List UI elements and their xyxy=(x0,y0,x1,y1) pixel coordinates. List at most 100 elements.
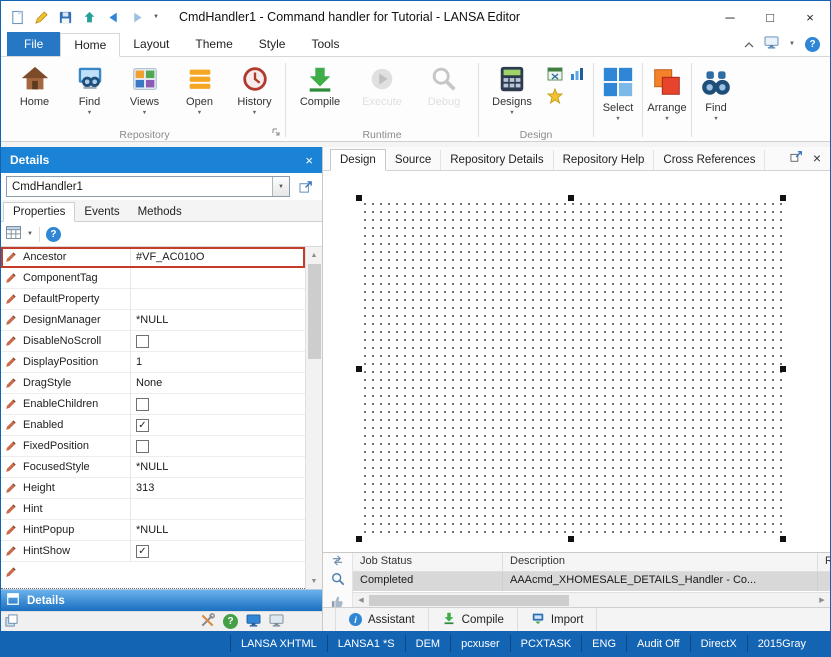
tab-style[interactable]: Style xyxy=(246,32,299,56)
statusbar-item[interactable]: PCXTASK xyxy=(509,635,582,652)
property-value[interactable]: 313 xyxy=(131,478,305,498)
property-row[interactable]: HintShow xyxy=(1,541,305,562)
close-document-icon[interactable]: × xyxy=(813,151,821,165)
tab-design[interactable]: Design xyxy=(330,149,386,171)
open-button[interactable]: Open ▼ xyxy=(172,59,227,129)
arrange-button[interactable]: Arrange ▼ xyxy=(644,59,690,141)
spreadsheet-icon[interactable] xyxy=(546,65,564,83)
statusbar-item[interactable]: Audit Off xyxy=(626,635,690,652)
compile-tab[interactable]: Compile xyxy=(429,608,518,631)
vertical-scrollbar[interactable]: ▲ ▼ xyxy=(305,247,322,589)
find-button[interactable]: Find ▼ xyxy=(62,59,117,129)
scroll-up-icon[interactable]: ▲ xyxy=(306,247,322,263)
save-icon[interactable] xyxy=(57,9,74,26)
tab-events[interactable]: Events xyxy=(75,203,128,221)
selection-handle-e[interactable] xyxy=(780,365,786,372)
property-row[interactable]: HintPopup *NULL xyxy=(1,520,305,541)
property-row-partial[interactable] xyxy=(1,562,305,589)
property-value[interactable] xyxy=(131,415,305,435)
tab-home[interactable]: Home xyxy=(60,33,121,57)
display-options-chevron-icon[interactable]: ▼ xyxy=(789,41,795,47)
tab-repository-details[interactable]: Repository Details xyxy=(441,150,554,170)
properties-help-icon[interactable]: ? xyxy=(45,226,61,242)
property-value[interactable] xyxy=(131,394,305,414)
checkbox-icon[interactable] xyxy=(136,334,149,348)
selection-handle-s[interactable] xyxy=(568,536,574,542)
qat-options-chevron-icon[interactable]: ▼ xyxy=(153,14,159,20)
help-icon[interactable]: ? xyxy=(805,36,820,52)
navigate-icon[interactable] xyxy=(332,555,343,569)
selection-handle-w[interactable] xyxy=(356,365,362,372)
design-surface[interactable] xyxy=(356,195,786,542)
search-icon[interactable] xyxy=(331,572,345,589)
compile-button[interactable]: Compile xyxy=(289,59,351,129)
layers-icon[interactable] xyxy=(5,613,18,630)
statusbar-item[interactable]: DirectX xyxy=(689,635,747,652)
column-result[interactable]: Resu xyxy=(818,553,830,571)
float-window-icon[interactable] xyxy=(790,150,804,166)
statusbar-item[interactable]: pcxuser xyxy=(450,635,510,652)
object-selector-combo[interactable]: CmdHandler1 ▼ xyxy=(6,176,290,197)
close-button[interactable]: × xyxy=(790,1,830,33)
monitor-blue-icon[interactable] xyxy=(246,613,261,630)
property-row[interactable]: Height 313 xyxy=(1,478,305,499)
checkbox-icon[interactable] xyxy=(136,397,149,411)
assistant-tab[interactable]: i Assistant xyxy=(335,608,429,631)
back-icon[interactable] xyxy=(105,9,122,26)
new-icon[interactable] xyxy=(9,9,26,26)
edit-icon[interactable] xyxy=(33,9,50,26)
statusbar-item[interactable]: 2015Gray xyxy=(746,635,816,652)
execute-button[interactable]: Execute xyxy=(351,59,413,129)
display-gray-icon[interactable] xyxy=(269,613,284,630)
property-row[interactable]: FocusedStyle *NULL xyxy=(1,457,305,478)
open-in-editor-button[interactable] xyxy=(295,176,317,197)
display-options-icon[interactable] xyxy=(764,36,779,52)
tab-source[interactable]: Source xyxy=(386,150,442,170)
find-big-button[interactable]: Find ▼ xyxy=(693,59,739,141)
property-row[interactable]: DisplayPosition 1 xyxy=(1,352,305,373)
job-row[interactable]: Completed AAAcmd_XHOMESALE_DETAILS_Handl… xyxy=(353,572,830,591)
chart-icon[interactable] xyxy=(568,65,586,83)
property-value[interactable] xyxy=(131,541,305,561)
scroll-right-icon[interactable]: ▶ xyxy=(814,596,830,604)
horizontal-scrollbar[interactable]: ◀ ▶ xyxy=(353,592,830,607)
scrollbar-thumb[interactable] xyxy=(369,594,569,606)
property-value[interactable] xyxy=(131,436,305,456)
tab-repository-help[interactable]: Repository Help xyxy=(554,150,655,170)
star-icon[interactable] xyxy=(546,87,564,105)
combo-dropdown-button[interactable]: ▼ xyxy=(272,177,289,196)
selection-handle-nw[interactable] xyxy=(356,195,362,201)
details-panel-header[interactable]: Details × xyxy=(1,147,322,173)
property-value[interactable] xyxy=(131,268,305,288)
dialog-launcher-icon[interactable] xyxy=(271,127,281,140)
property-row[interactable]: DesignManager *NULL xyxy=(1,310,305,331)
statusbar-item[interactable]: ENG xyxy=(581,635,626,652)
chevron-down-icon[interactable]: ▼ xyxy=(27,231,33,237)
maximize-button[interactable]: □ xyxy=(750,1,790,33)
selection-handle-ne[interactable] xyxy=(780,195,786,201)
tab-properties[interactable]: Properties xyxy=(3,202,76,222)
views-button[interactable]: Views ▼ xyxy=(117,59,172,129)
debug-button[interactable]: Debug xyxy=(413,59,475,129)
scroll-down-icon[interactable]: ▼ xyxy=(306,573,322,589)
property-value[interactable]: *NULL xyxy=(131,520,305,540)
property-value[interactable] xyxy=(131,289,305,309)
property-value[interactable] xyxy=(131,499,305,519)
property-value[interactable]: None xyxy=(131,373,305,393)
home-button[interactable]: Home xyxy=(7,59,62,129)
tab-methods[interactable]: Methods xyxy=(129,203,191,221)
property-value[interactable]: *NULL xyxy=(131,310,305,330)
selection-handle-sw[interactable] xyxy=(356,536,362,542)
column-job-status[interactable]: Job Status xyxy=(353,553,503,571)
tab-file[interactable]: File xyxy=(7,32,61,56)
tab-layout[interactable]: Layout xyxy=(120,32,182,56)
selection-handle-n[interactable] xyxy=(568,195,574,201)
column-description[interactable]: Description xyxy=(503,553,818,571)
tools-icon[interactable] xyxy=(200,612,215,631)
property-row[interactable]: Ancestor #VF_AC010O xyxy=(1,247,305,268)
property-row[interactable]: DisableNoScroll xyxy=(1,331,305,352)
select-button[interactable]: Select ▼ xyxy=(595,59,641,141)
property-row[interactable]: Hint xyxy=(1,499,305,520)
history-button[interactable]: History ▼ xyxy=(227,59,282,129)
category-view-icon[interactable] xyxy=(6,226,21,242)
